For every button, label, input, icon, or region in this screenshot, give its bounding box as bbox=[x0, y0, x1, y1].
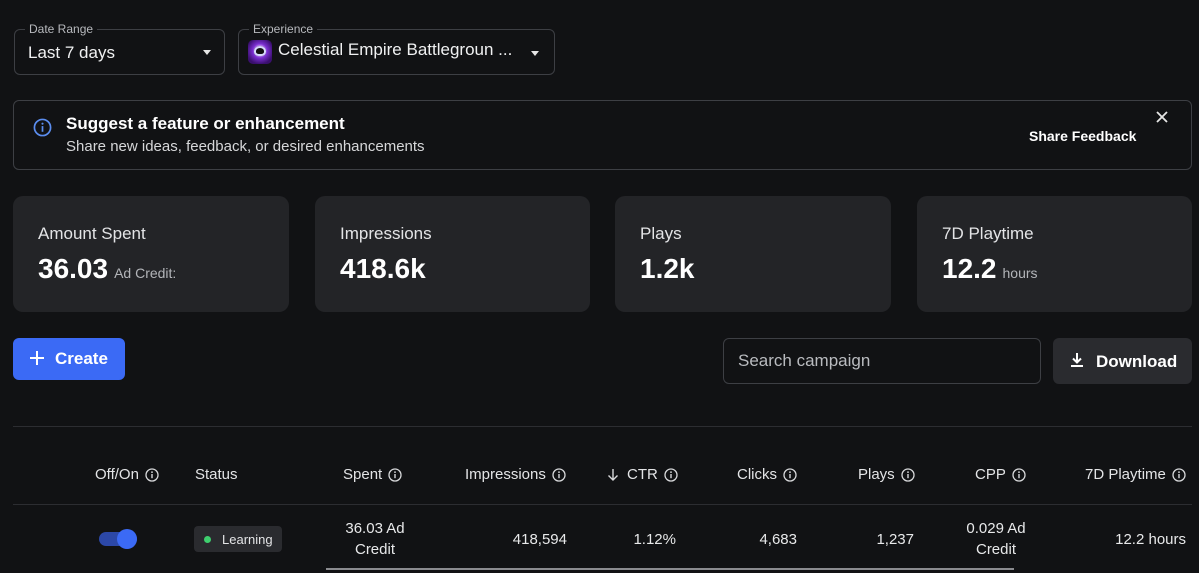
status-badge: Learning bbox=[194, 526, 282, 552]
stat-value: 12.2 hours bbox=[942, 253, 1038, 284]
stat-unit: Ad Credit: bbox=[114, 265, 177, 281]
info-icon bbox=[33, 118, 52, 137]
header-divider bbox=[13, 504, 1192, 505]
banner-title: Suggest a feature or enhancement bbox=[66, 114, 345, 133]
create-button[interactable]: Create bbox=[13, 338, 125, 380]
search-input[interactable] bbox=[724, 339, 1040, 383]
stat-card-impressions: Impressions 418.6k bbox=[315, 196, 590, 312]
stat-label: Impressions bbox=[340, 224, 432, 243]
info-icon[interactable] bbox=[664, 467, 678, 482]
cell-plays: 1,237 bbox=[876, 531, 914, 548]
col-header-status[interactable]: Status bbox=[195, 466, 238, 483]
cell-spent: 36.03 Ad Credit bbox=[345, 520, 405, 558]
info-icon[interactable] bbox=[552, 467, 566, 482]
col-header-ctr[interactable]: CTR bbox=[607, 466, 678, 483]
col-header-impressions[interactable]: Impressions bbox=[465, 466, 566, 483]
col-header-off-on[interactable]: Off/On bbox=[95, 466, 159, 483]
banner-subtitle: Share new ideas, feedback, or desired en… bbox=[66, 138, 425, 155]
stat-value: 36.03 Ad Credit: bbox=[38, 253, 177, 284]
download-button[interactable]: Download bbox=[1053, 338, 1192, 384]
experience-thumbnail-icon bbox=[248, 40, 272, 64]
stat-card-plays: Plays 1.2k bbox=[615, 196, 891, 312]
plus-icon bbox=[30, 351, 44, 365]
chevron-down-icon bbox=[203, 50, 211, 55]
sort-descending-icon[interactable] bbox=[607, 468, 619, 482]
info-icon[interactable] bbox=[145, 467, 159, 482]
date-range-legend: Date Range bbox=[25, 22, 98, 36]
stat-card-playtime: 7D Playtime 12.2 hours bbox=[917, 196, 1192, 312]
col-header-playtime[interactable]: 7D Playtime bbox=[1085, 466, 1186, 483]
status-dot-icon bbox=[204, 536, 211, 543]
campaign-toggle[interactable] bbox=[99, 529, 139, 549]
col-header-plays[interactable]: Plays bbox=[858, 466, 915, 483]
search-campaign-field[interactable] bbox=[723, 338, 1041, 384]
horizontal-scrollbar[interactable] bbox=[326, 568, 1014, 570]
experience-legend: Experience bbox=[249, 22, 318, 36]
col-header-clicks[interactable]: Clicks bbox=[737, 466, 797, 483]
cell-ctr: 1.12% bbox=[633, 531, 676, 548]
info-icon[interactable] bbox=[783, 467, 797, 482]
stat-label: Plays bbox=[640, 224, 682, 243]
experience-select[interactable]: Experience Celestial Empire Battlegroun … bbox=[238, 22, 555, 75]
stat-label: 7D Playtime bbox=[942, 224, 1034, 243]
info-icon[interactable] bbox=[1012, 467, 1026, 482]
col-header-cpp[interactable]: CPP bbox=[975, 466, 1026, 483]
stat-label: Amount Spent bbox=[38, 224, 146, 243]
date-range-select[interactable]: Date Range Last 7 days bbox=[14, 22, 225, 75]
date-range-value: Last 7 days bbox=[28, 43, 115, 62]
info-icon[interactable] bbox=[388, 467, 402, 482]
cell-impressions: 418,594 bbox=[512, 531, 567, 548]
stat-value: 418.6k bbox=[340, 253, 426, 284]
close-icon[interactable] bbox=[1155, 110, 1169, 124]
feedback-banner: Suggest a feature or enhancement Share n… bbox=[13, 100, 1192, 170]
cell-cpp: 0.029 Ad Credit bbox=[966, 520, 1026, 558]
stat-unit: hours bbox=[1002, 265, 1038, 281]
download-icon bbox=[1071, 353, 1083, 367]
stat-value: 1.2k bbox=[640, 253, 695, 284]
experience-value: Celestial Empire Battlegroun ... bbox=[278, 40, 513, 59]
cell-playtime: 12.2 hours bbox=[1115, 531, 1186, 548]
divider bbox=[13, 426, 1192, 427]
download-button-label: Download bbox=[1096, 352, 1178, 371]
create-button-label: Create bbox=[55, 349, 108, 368]
cell-clicks: 4,683 bbox=[759, 531, 797, 548]
chevron-down-icon bbox=[531, 51, 539, 56]
info-icon[interactable] bbox=[901, 467, 915, 482]
share-feedback-link[interactable]: Share Feedback bbox=[1029, 128, 1136, 144]
status-label: Learning bbox=[222, 532, 273, 547]
stat-card-amount-spent: Amount Spent 36.03 Ad Credit: bbox=[13, 196, 289, 312]
info-icon[interactable] bbox=[1172, 467, 1186, 482]
col-header-spent[interactable]: Spent bbox=[343, 466, 402, 483]
